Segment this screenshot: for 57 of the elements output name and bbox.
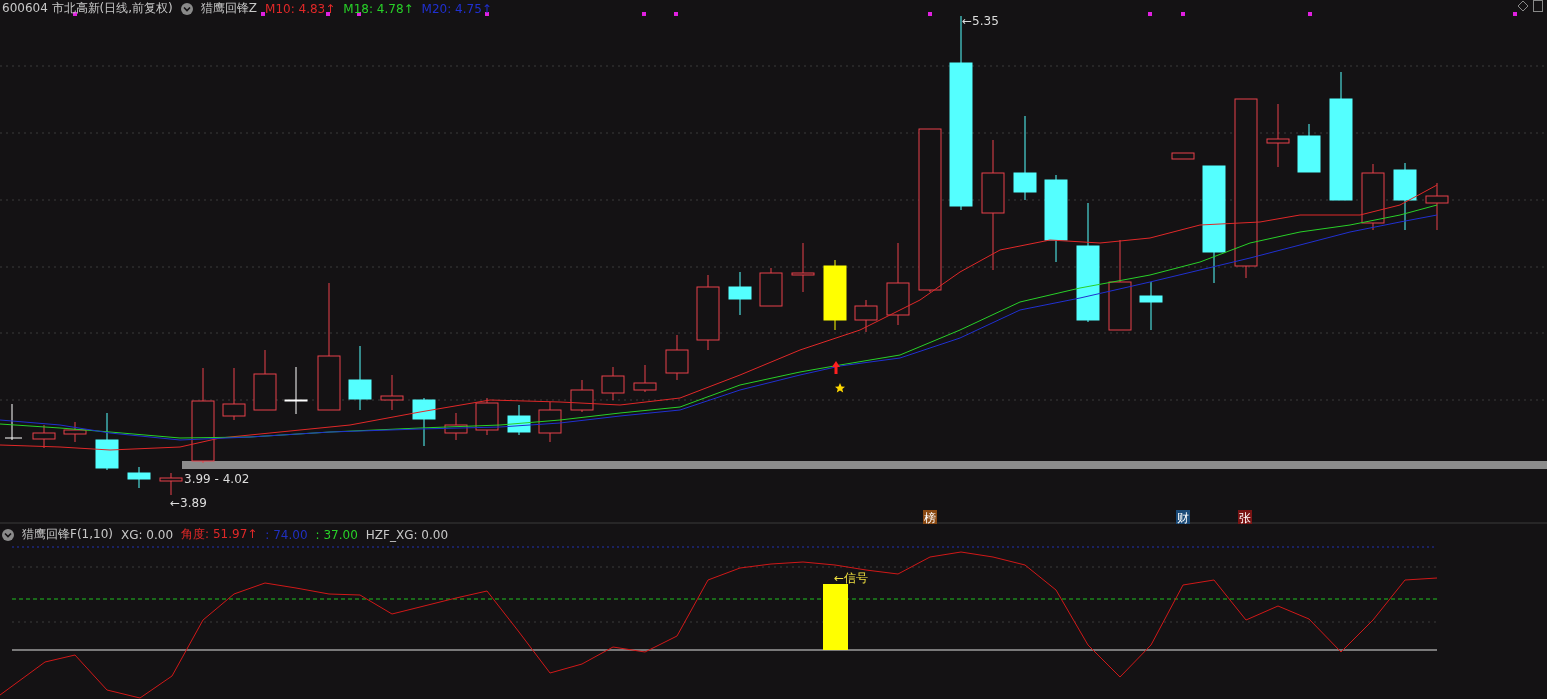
- candlestick: [1297, 123, 1321, 173]
- candlestick: [63, 421, 87, 443]
- candlestick: [1425, 182, 1449, 231]
- panel-icon[interactable]: [1533, 0, 1543, 12]
- indicator-name: 猎鹰回锋Z: [200, 0, 258, 17]
- candlestick: [412, 397, 436, 447]
- candlestick: [1393, 162, 1417, 231]
- candlestick: [444, 412, 468, 441]
- candlestick: [728, 271, 752, 316]
- stock-title: 600604 市北高新(日线,前复权): [2, 0, 173, 17]
- candlestick: [1361, 163, 1385, 231]
- candlestick: [1171, 152, 1195, 160]
- price-label: 3.99 - 4.02: [184, 472, 250, 486]
- candlestick: [284, 366, 308, 415]
- indicator-value: : 37.00: [315, 527, 358, 542]
- event-badge[interactable]: 榜: [923, 510, 937, 525]
- dropdown-icon[interactable]: [2, 528, 14, 541]
- candlestick: [159, 472, 183, 496]
- ma-value: M18: 4.78↑: [343, 1, 414, 16]
- candlestick: [32, 424, 56, 449]
- ma-value: M10: 4.83↑: [265, 1, 336, 16]
- candlestick: [127, 466, 151, 489]
- up-arrow-icon: [832, 361, 840, 374]
- star-icon: [835, 383, 845, 393]
- indicator-value: XG: 0.00: [121, 527, 174, 542]
- candlestick: [1266, 103, 1290, 168]
- dropdown-icon[interactable]: [180, 2, 193, 15]
- candlestick: [633, 364, 657, 393]
- signal-label: ←信号: [834, 571, 869, 585]
- indicator-value: : 74.00: [265, 527, 308, 542]
- indicator-value: HZF_XG: 0.00: [365, 527, 449, 542]
- candlestick: [95, 412, 119, 471]
- candlestick: [823, 259, 847, 331]
- price-label: ←5.35: [962, 14, 999, 28]
- price-label: ←3.89: [170, 496, 207, 510]
- candlestick: [475, 397, 499, 436]
- candlestick: [759, 267, 783, 307]
- candlestick: [791, 242, 815, 293]
- candlestick: [570, 379, 594, 413]
- candlestick: [507, 404, 531, 436]
- event-badge[interactable]: 张: [1238, 510, 1252, 525]
- diamond-icon[interactable]: [1517, 0, 1529, 12]
- indicator-name: 猎鹰回锋F(1,10): [22, 526, 113, 543]
- ma-value: M20: 4.75↑: [421, 1, 492, 16]
- candlestick: [1139, 281, 1163, 331]
- signal-bar: [823, 584, 848, 650]
- candlestick: [380, 374, 404, 411]
- event-badge[interactable]: 财: [1176, 510, 1190, 525]
- candlestick: [253, 349, 277, 411]
- candlestick: [348, 345, 372, 411]
- candlestick: [665, 334, 689, 381]
- candlestick: [4, 403, 23, 441]
- indicator-value: 角度: 51.97↑: [181, 526, 258, 543]
- candlestick: [601, 366, 625, 401]
- candlestick: [222, 367, 246, 421]
- candlestick: [538, 401, 562, 443]
- candlestick: [854, 299, 878, 333]
